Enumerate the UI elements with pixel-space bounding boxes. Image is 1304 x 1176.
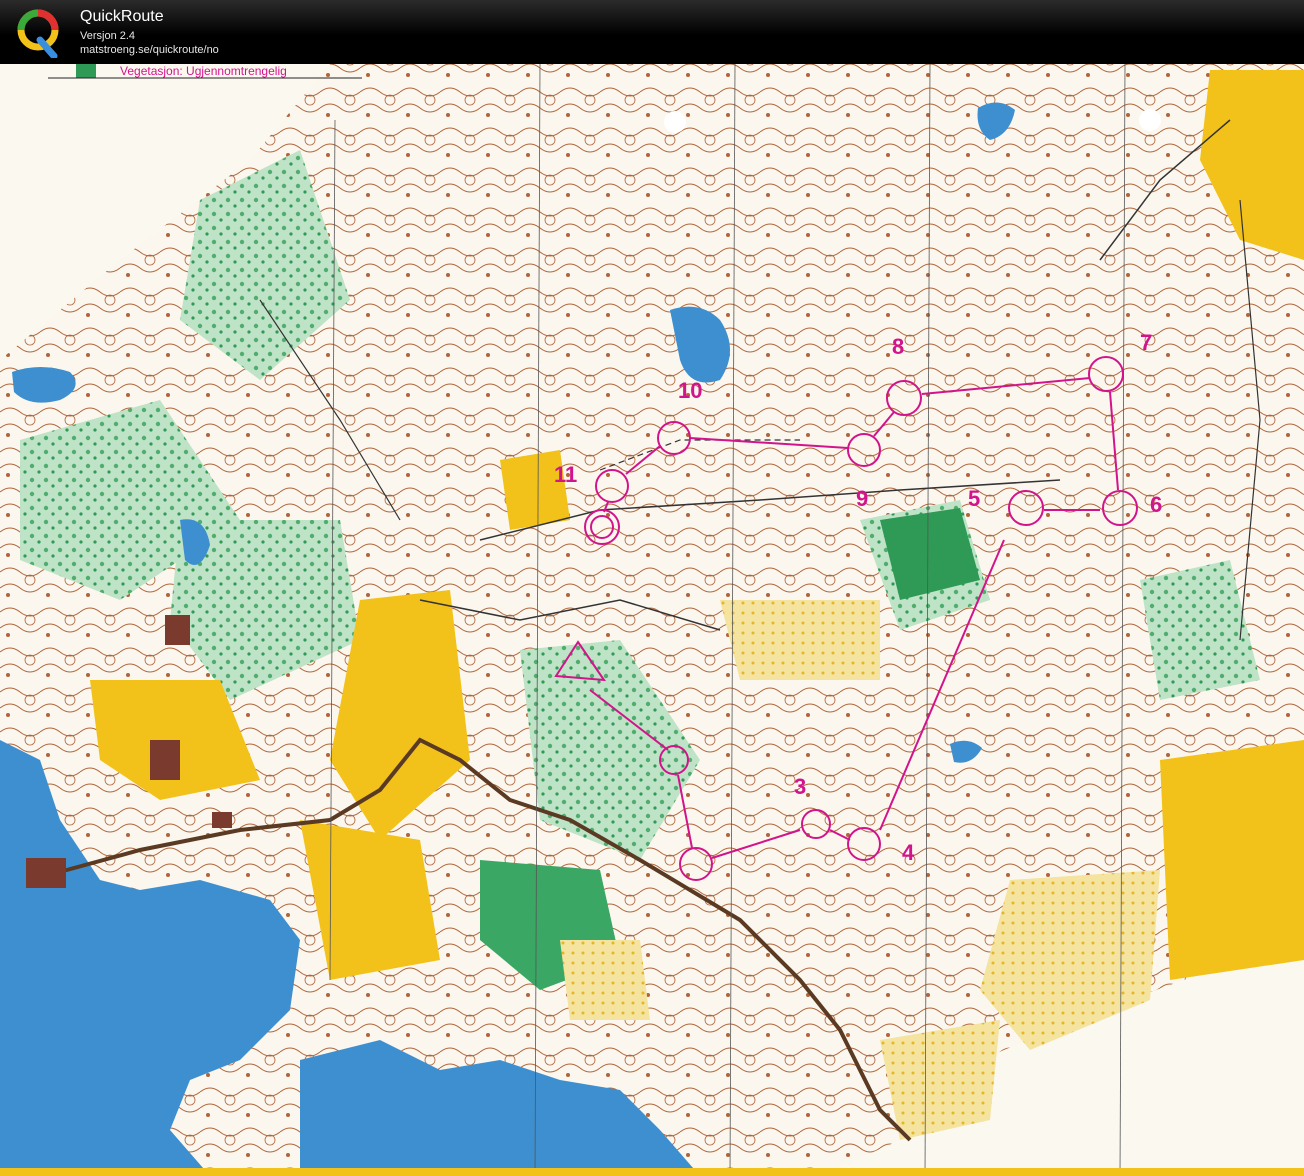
control-number: 10	[678, 378, 702, 403]
control-number: 9	[856, 486, 868, 511]
control-number: 4	[902, 840, 915, 865]
app-header: QuickRoute Versjon 2.4 matstroeng.se/qui…	[0, 0, 1304, 64]
app-url-link[interactable]: matstroeng.se/quickroute/no	[80, 44, 219, 56]
building	[26, 858, 66, 888]
punch-hole	[1139, 109, 1161, 131]
building	[150, 740, 180, 780]
legend-text: Vegetasjon: Ugjennomtrengelig	[120, 64, 287, 78]
control-number: 8	[892, 334, 904, 359]
app-title: QuickRoute	[80, 8, 164, 25]
orienteering-map[interactable]: Vegetasjon: Ugjennomtrengelig 3 4 5 6 7 …	[0, 64, 1304, 1176]
control-number: 5	[968, 486, 980, 511]
open-land	[1160, 740, 1304, 980]
building	[165, 615, 190, 645]
control-number: 6	[1150, 492, 1162, 517]
bottom-border	[0, 1168, 1304, 1176]
control-number: 7	[1140, 330, 1152, 355]
legend-swatch	[76, 64, 96, 78]
building	[212, 812, 232, 828]
punch-hole	[664, 111, 686, 133]
open-land	[720, 600, 880, 680]
open-land	[560, 940, 650, 1020]
app-version: Versjon 2.4	[80, 30, 136, 42]
control-number: 3	[794, 774, 806, 799]
quickroute-logo-icon	[17, 9, 59, 58]
control-number: 11	[554, 462, 577, 487]
